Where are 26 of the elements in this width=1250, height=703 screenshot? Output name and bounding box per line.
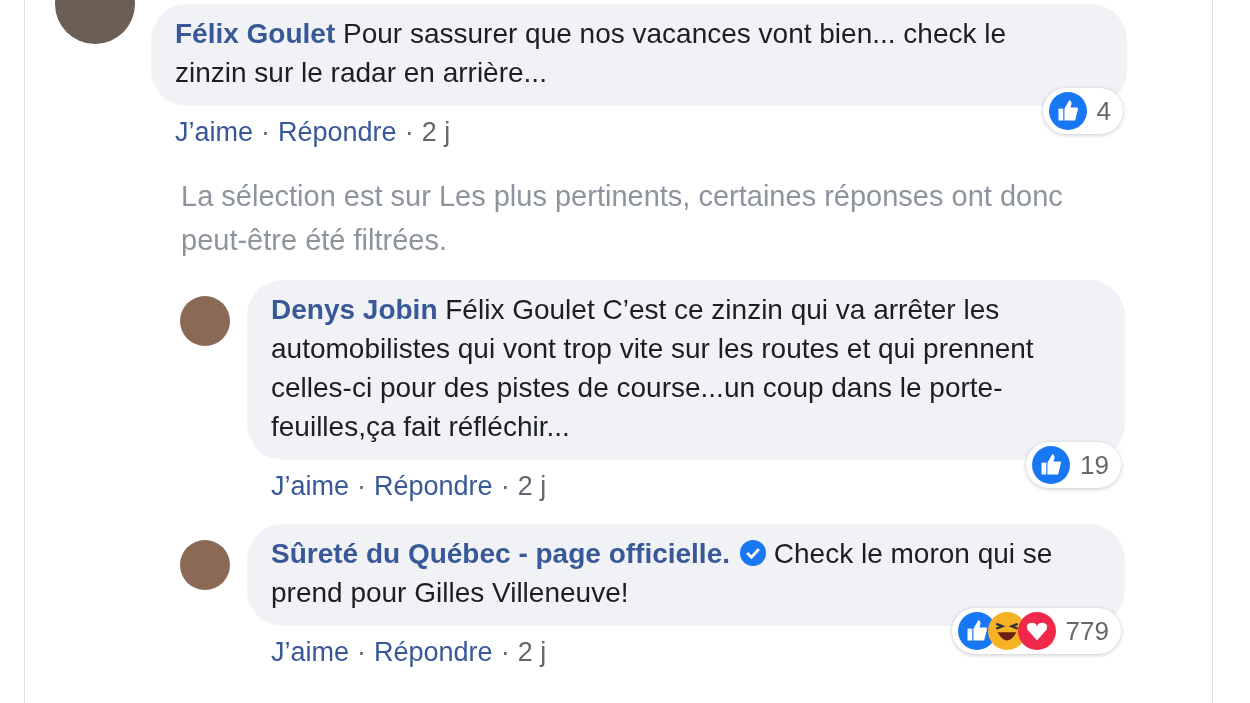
like-link[interactable]: J’aime (271, 632, 350, 672)
like-link[interactable]: J’aime (175, 112, 254, 152)
separator-dot: · (357, 470, 367, 503)
separator-dot: · (500, 636, 510, 669)
comment-text: Sûreté du Québec - page officielle. Check le moron qui se prend pour Gilles Villeneuve! (271, 537, 1054, 610)
separator-dot: · (500, 470, 510, 503)
reply-link[interactable]: Répondre (278, 112, 397, 152)
reply-link[interactable]: Répondre (374, 632, 493, 672)
filter-notice: La sélection est sur Les plus pertinents, certaines réponses ont donc peut-être été filtrées. (181, 179, 1064, 258)
like-link[interactable]: J’aime (271, 466, 350, 506)
avatar-photo (180, 296, 230, 346)
thumbs-up-icon (1032, 446, 1071, 484)
reaction-count[interactable]: 19 (1026, 442, 1121, 488)
timestamp: 2 j (421, 116, 451, 149)
separator-dot: · (404, 116, 414, 149)
separator-dot: · (357, 636, 367, 669)
separator-dot: · (261, 116, 271, 149)
reply-link[interactable]: Répondre (374, 466, 493, 506)
reaction-count[interactable]: 4 (1042, 88, 1123, 134)
timestamp: 2 j (517, 636, 547, 669)
comment-text: Félix Goulet Pour sassurer que nos vacances vont bien... check le zinzin sur le radar en arrière... (175, 17, 1008, 90)
thumbs-up-icon (1048, 92, 1087, 130)
avatar-photo (180, 540, 230, 590)
comment-text: Denys Jobin Félix Goulet C’est ce zinzin qui va arrêter les automobilistes qui vont trop vite sur les routes et qui prennent celles-ci pour des pistes de course...un coup dans le porte-feuilles,ça fait réfléchir... (271, 293, 1035, 444)
reaction-count[interactable]: 779 (951, 608, 1121, 654)
timestamp: 2 j (517, 470, 547, 503)
